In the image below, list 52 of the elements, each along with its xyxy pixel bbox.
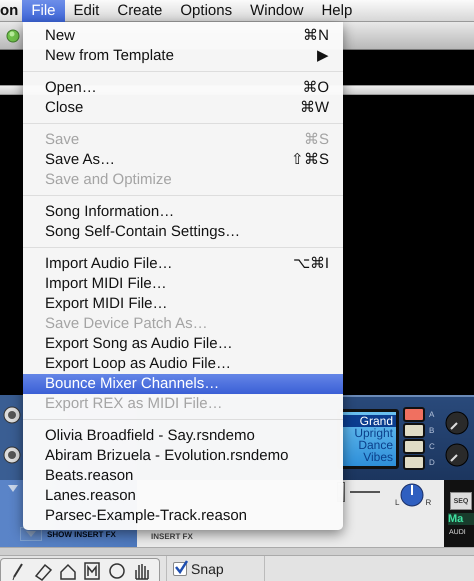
menu-item[interactable]: Song Self-Contain Settings… xyxy=(23,222,343,242)
patch-item[interactable]: Upright xyxy=(340,426,396,438)
menu-item[interactable]: New ⌘N xyxy=(23,26,343,46)
menu-item[interactable]: Abiram Brizuela - Evolution.rsndemo xyxy=(23,446,343,466)
menu-item[interactable]: Song Information… xyxy=(23,202,343,222)
app-name[interactable]: on xyxy=(0,2,22,19)
menu-item[interactable]: Lanes.reason xyxy=(23,486,343,506)
patch-item[interactable]: Grand xyxy=(340,414,396,426)
menu-item[interactable]: Export Song as Audio File… xyxy=(23,334,343,354)
menu-item[interactable]: Export Loop as Audio File… xyxy=(23,354,343,374)
patch-button[interactable] xyxy=(403,455,425,470)
menu-item[interactable]: Export MIDI File… xyxy=(23,294,343,314)
menu-item[interactable]: Bounce Mixer Channels… xyxy=(23,374,343,394)
button-label: D xyxy=(429,458,435,467)
dropdown-icon xyxy=(8,485,18,492)
button-label: SHOW INSERT FX xyxy=(47,530,116,538)
menu-item[interactable]: Open… ⌘O xyxy=(23,78,343,98)
knob-icon xyxy=(444,410,469,434)
menu-item[interactable]: Parsec-Example-Track.reason xyxy=(23,506,343,526)
menu-item[interactable]: Save As… ⇧⌘S xyxy=(23,150,343,170)
eraser-icon[interactable] xyxy=(33,561,54,581)
menu-title[interactable]: File xyxy=(22,0,64,22)
pan-knob-icon[interactable] xyxy=(400,483,424,507)
menu-title[interactable]: Help xyxy=(312,0,362,22)
menu-item[interactable]: Import Audio File… ⌥⌘I xyxy=(23,254,343,274)
patch-button[interactable] xyxy=(403,423,425,438)
menu-title[interactable]: Options xyxy=(171,0,242,22)
snap-checkbox[interactable] xyxy=(173,562,187,576)
mute-tool-icon[interactable] xyxy=(82,561,102,581)
menu-item[interactable]: Close ⌘W xyxy=(23,98,343,118)
pan-label: R xyxy=(425,498,432,507)
menu-item[interactable]: Beats.reason xyxy=(23,466,343,486)
channel-name-display: Ma xyxy=(448,513,474,525)
menu-item[interactable]: Olivia Broadfield - Say.rsndemo xyxy=(23,426,343,446)
knob-icon xyxy=(444,442,469,466)
knob-icon xyxy=(2,445,22,465)
button-label: A xyxy=(429,410,434,419)
button-label: C xyxy=(429,442,435,451)
menu-title[interactable]: Window xyxy=(241,0,312,22)
insert-fx-label: INSERT FX xyxy=(151,532,193,541)
patch-item[interactable]: Dance xyxy=(340,438,396,450)
menu-item[interactable]: Import MIDI File… xyxy=(23,274,343,294)
button-label: B xyxy=(429,426,434,435)
house-icon[interactable] xyxy=(58,561,78,581)
knob-icon xyxy=(2,405,22,425)
patch-button[interactable] xyxy=(403,407,425,422)
pan-label: L xyxy=(395,498,400,507)
menu-title[interactable]: Create xyxy=(108,0,172,22)
snap-label: Snap xyxy=(191,560,224,576)
menu-title[interactable]: Edit xyxy=(64,0,108,22)
menu-item[interactable]: New from Template ▶ xyxy=(23,46,343,66)
patch-button[interactable] xyxy=(403,439,425,454)
